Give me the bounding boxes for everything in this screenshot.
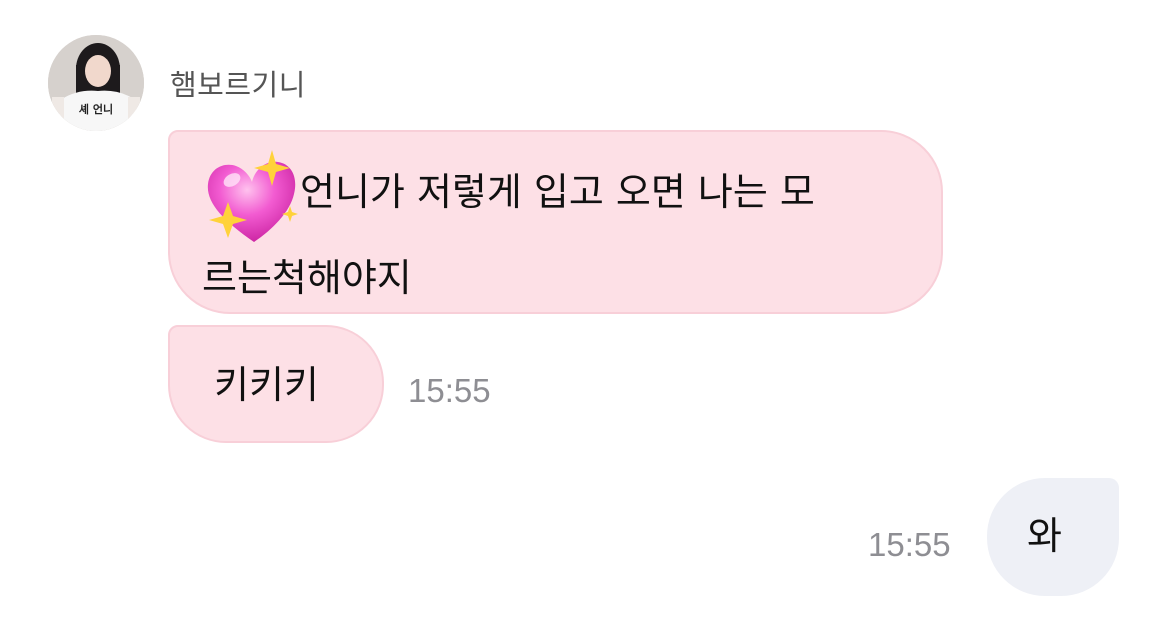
avatar-shirt-text: 셰 언니 xyxy=(79,102,113,116)
message-timestamp: 15:55 xyxy=(868,526,951,563)
message-timestamp: 15:55 xyxy=(408,372,491,409)
avatar-photo: 셰 언니 xyxy=(48,35,144,131)
my-message-bubble[interactable]: 와 xyxy=(987,478,1119,596)
avatar[interactable]: 셰 언니 xyxy=(48,35,144,131)
sender-name: 햄보르기니 xyxy=(170,68,306,102)
message-bubble[interactable]: 언니가 저렇게 입고 오면 나는 모 르는척해야지 xyxy=(168,130,943,314)
message-text: 키키키 xyxy=(214,363,319,407)
message-text-line: 르는척해야지 xyxy=(202,256,412,300)
chat-view: 셰 언니 햄보르기니 언니가 저렇게 입고 오면 나는 모 르는척해야지 키키키… xyxy=(0,0,1170,639)
sparkling-heart-icon xyxy=(202,150,300,248)
message-text: 와 xyxy=(1027,514,1062,558)
message-text-line: 언니가 저렇게 입고 오면 나는 모 xyxy=(300,170,815,214)
message-bubble[interactable]: 키키키 xyxy=(168,325,384,443)
